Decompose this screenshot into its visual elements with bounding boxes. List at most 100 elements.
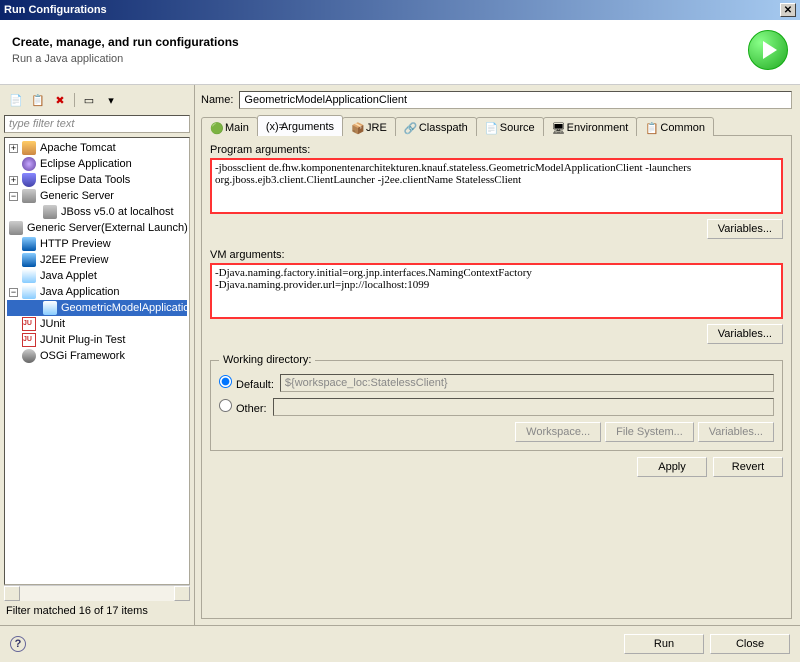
- left-toolbar: 📄 📋 ✖ ▭ ▾: [4, 89, 190, 111]
- tree-item[interactable]: +Apache Tomcat: [7, 140, 187, 156]
- run-icon: [748, 30, 788, 70]
- apply-button[interactable]: Apply: [637, 457, 707, 477]
- filter-input[interactable]: [4, 115, 190, 133]
- filesystem-button[interactable]: File System...: [605, 422, 694, 442]
- config-tree[interactable]: +Apache Tomcat Eclipse Application +Eclips…: [4, 137, 190, 585]
- delete-button[interactable]: ✖: [50, 91, 70, 109]
- tree-label: JBoss v5.0 at localhost: [61, 206, 174, 218]
- tab-label: Environment: [567, 122, 629, 134]
- jre-icon: 📦: [351, 122, 363, 134]
- right-panel: Name: 🟢Main(x)=Arguments📦JRE🔗Classpath📄S…: [195, 85, 800, 625]
- server-icon: [9, 221, 23, 235]
- name-input[interactable]: [239, 91, 792, 109]
- java-icon: [22, 285, 36, 299]
- tree-label: HTTP Preview: [40, 238, 111, 250]
- working-dir-legend: Working directory:: [219, 354, 315, 366]
- tree-item[interactable]: OSGi Framework: [7, 348, 187, 364]
- junit-icon: [22, 333, 36, 347]
- tree-label: J2EE Preview: [40, 254, 108, 266]
- tree-label: Java Applet: [40, 270, 97, 282]
- tree-label: Generic Server: [40, 190, 114, 202]
- tree-item[interactable]: +Eclipse Data Tools: [7, 172, 187, 188]
- tree-item[interactable]: JBoss v5.0 at localhost: [7, 204, 187, 220]
- osgi-icon: [22, 349, 36, 363]
- common-icon: 📋: [645, 122, 657, 134]
- tree-item[interactable]: J2EE Preview: [7, 252, 187, 268]
- tree-item[interactable]: −Generic Server: [7, 188, 187, 204]
- wd-variables-button[interactable]: Variables...: [698, 422, 774, 442]
- tab-main[interactable]: 🟢Main: [201, 117, 258, 136]
- default-dir-input: [280, 374, 774, 392]
- run-button[interactable]: Run: [624, 634, 704, 654]
- eclipse-icon: [22, 157, 36, 171]
- tab-label: Classpath: [419, 122, 468, 134]
- tree-item[interactable]: HTTP Preview: [7, 236, 187, 252]
- tree-label: Generic Server(External Launch): [27, 222, 188, 234]
- dialog-header: Create, manage, and run configurations R…: [0, 20, 800, 85]
- tree-label: Eclipse Application: [40, 158, 132, 170]
- j2ee-icon: [22, 253, 36, 267]
- vm-args-textarea[interactable]: -Djava.naming.factory.initial=org.jnp.in…: [210, 263, 783, 319]
- tab-arguments: Program arguments: -jbossclient de.fhw.k…: [201, 136, 792, 619]
- workspace-button[interactable]: Workspace...: [515, 422, 601, 442]
- other-radio[interactable]: [219, 399, 232, 412]
- header-subtitle: Run a Java application: [12, 53, 748, 65]
- close-icon[interactable]: ✕: [780, 3, 796, 17]
- tree-label: Eclipse Data Tools: [40, 174, 130, 186]
- filter-status: Filter matched 16 of 17 items: [4, 601, 190, 621]
- other-dir-input: [273, 398, 774, 416]
- tree-label: OSGi Framework: [40, 350, 125, 362]
- classpath-icon: 🔗: [404, 122, 416, 134]
- tree-item[interactable]: GeometricModelApplicationClient: [7, 300, 187, 316]
- tree-label: JUnit Plug-in Test: [40, 334, 125, 346]
- left-panel: 📄 📋 ✖ ▭ ▾ +Apache Tomcat Eclipse Applicat…: [0, 85, 195, 625]
- tree-label: GeometricModelApplicationClient: [61, 302, 190, 314]
- vm-variables-button[interactable]: Variables...: [707, 324, 783, 344]
- server-icon: [43, 205, 57, 219]
- program-variables-button[interactable]: Variables...: [707, 219, 783, 239]
- source-icon: 📄: [485, 122, 497, 134]
- default-radio[interactable]: [219, 375, 232, 388]
- scrollbar-horizontal[interactable]: [4, 585, 190, 601]
- java-icon: [22, 269, 36, 283]
- header-title: Create, manage, and run configurations: [12, 35, 748, 49]
- j2ee-icon: [22, 237, 36, 251]
- new-config-button[interactable]: 📄: [6, 91, 26, 109]
- collapse-button[interactable]: ▭: [79, 91, 99, 109]
- tree-item[interactable]: −Java Application: [7, 284, 187, 300]
- tab-label: Common: [660, 122, 705, 134]
- tree-item[interactable]: JUnit: [7, 316, 187, 332]
- close-button[interactable]: Close: [710, 634, 790, 654]
- tree-label: Java Application: [40, 286, 120, 298]
- program-args-textarea[interactable]: -jbossclient de.fhw.komponentenarchitekt…: [210, 158, 783, 214]
- tomcat-icon: [22, 141, 36, 155]
- tab-jre[interactable]: 📦JRE: [342, 117, 396, 136]
- program-args-label: Program arguments:: [210, 144, 783, 156]
- tab-classpath[interactable]: 🔗Classpath: [395, 117, 477, 136]
- tree-item[interactable]: Generic Server(External Launch): [7, 220, 187, 236]
- dialog-footer: ? Run Close: [0, 625, 800, 662]
- tree-label: JUnit: [40, 318, 65, 330]
- filter-button[interactable]: ▾: [101, 91, 121, 109]
- revert-button[interactable]: Revert: [713, 457, 783, 477]
- tab-label: Source: [500, 122, 535, 134]
- working-dir-fieldset: Working directory: Default: Other: Works…: [210, 354, 783, 451]
- default-radio-label[interactable]: Default:: [219, 375, 274, 391]
- tab-label: Main: [225, 122, 249, 134]
- tab-label: JRE: [366, 122, 387, 134]
- duplicate-button[interactable]: 📋: [28, 91, 48, 109]
- name-label: Name:: [201, 94, 233, 106]
- tab-environment[interactable]: 🖥Environment: [543, 117, 638, 136]
- help-icon[interactable]: ?: [10, 636, 26, 652]
- tab-arguments[interactable]: (x)=Arguments: [257, 115, 343, 136]
- env-icon: 🖥: [552, 122, 564, 134]
- tab-common[interactable]: 📋Common: [636, 117, 714, 136]
- server-icon: [22, 189, 36, 203]
- tree-item[interactable]: JUnit Plug-in Test: [7, 332, 187, 348]
- tab-bar: 🟢Main(x)=Arguments📦JRE🔗Classpath📄Source🖥…: [201, 115, 792, 136]
- tree-item[interactable]: Java Applet: [7, 268, 187, 284]
- tab-source[interactable]: 📄Source: [476, 117, 544, 136]
- tree-label: Apache Tomcat: [40, 142, 116, 154]
- tree-item[interactable]: Eclipse Application: [7, 156, 187, 172]
- other-radio-label[interactable]: Other:: [219, 399, 267, 415]
